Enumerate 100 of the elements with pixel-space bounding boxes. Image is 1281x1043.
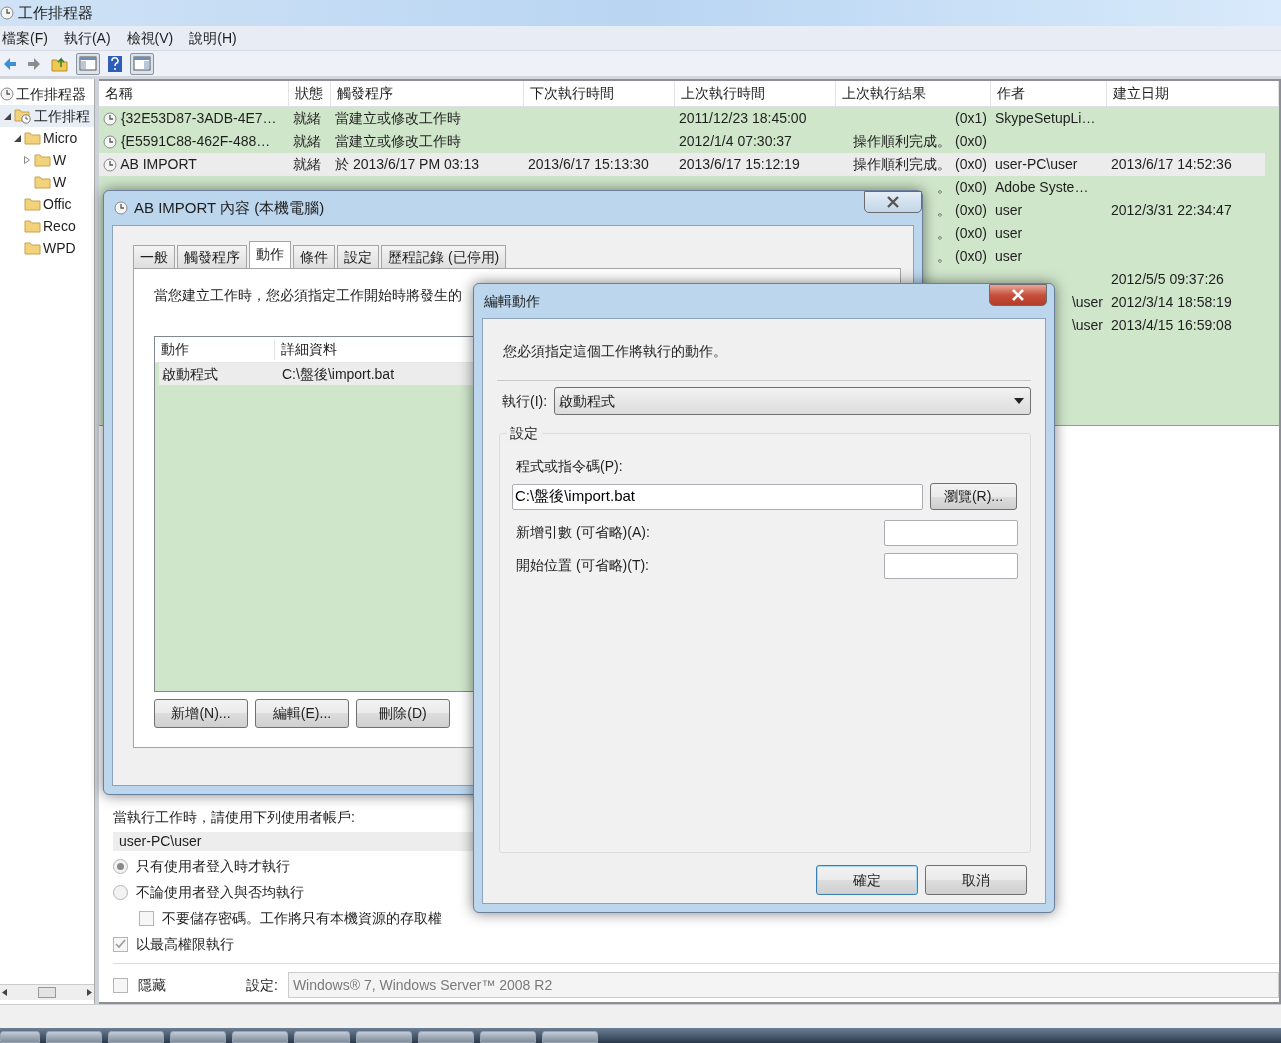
field-label: 程式或指令碼(P):	[516, 457, 624, 476]
tree-item[interactable]: Offic	[43, 193, 72, 215]
caret-icon	[1014, 398, 1024, 404]
table-cell: 。 (0x0)	[937, 179, 987, 195]
clock-icon	[114, 201, 128, 215]
table-cell: user	[995, 248, 1023, 264]
folder-icon	[24, 219, 41, 233]
column-header[interactable]: 作者	[991, 81, 1107, 106]
tab[interactable]: 一般	[133, 245, 175, 268]
option-label: 以最高權限執行	[136, 934, 234, 954]
table-cell: 就緒	[293, 110, 321, 126]
input-field[interactable]	[884, 552, 1018, 579]
menu-item[interactable]: 檔案(F)	[2, 27, 48, 49]
table-cell: 操作順利完成。 (0x0)	[853, 133, 987, 149]
scroll-thumb[interactable]	[38, 987, 56, 998]
table-cell: 2013/6/17 14:52:36	[1111, 156, 1232, 172]
column-header[interactable]: 觸發程序	[331, 81, 524, 106]
column-header[interactable]: 狀態	[289, 81, 331, 106]
dialog-button[interactable]: 新增(N)...	[154, 699, 248, 728]
console-tree-icon[interactable]	[76, 52, 100, 75]
clock-icon	[0, 6, 14, 20]
tab[interactable]: 設定	[337, 245, 379, 268]
table-cell: {32E53D87-3ADB-4E7…	[120, 110, 277, 126]
tab[interactable]: 歷程記錄 (已停用)	[381, 245, 507, 268]
dialog-title: AB IMPORT 內容 (本機電腦)	[134, 197, 325, 218]
folder-icon	[24, 241, 41, 255]
tab[interactable]: 條件	[293, 245, 335, 268]
checkbox[interactable]	[113, 977, 128, 993]
table-cell: user-PC\user	[995, 156, 1078, 172]
close-icon[interactable]	[989, 284, 1047, 306]
folder-icon	[24, 197, 41, 211]
tab[interactable]: 動作	[249, 241, 291, 268]
horizontal-scrollbar[interactable]	[0, 984, 94, 1000]
tree-item[interactable]: WPD	[43, 237, 76, 259]
column-header[interactable]: 上次執行時間	[675, 81, 836, 106]
menu-item[interactable]: 說明(H)	[189, 27, 237, 49]
option-label: 不要儲存密碼。工作將只有本機資源的存取權	[162, 908, 442, 928]
column-header[interactable]: 建立日期	[1107, 81, 1279, 106]
browse-button[interactable]: 瀏覽(R)...	[930, 483, 1017, 510]
expanded-arrow-icon[interactable]	[3, 112, 11, 120]
tree-item[interactable]: Reco	[43, 215, 76, 237]
dialog-title: 編輯動作	[484, 291, 540, 311]
checkbox[interactable]	[139, 910, 154, 926]
tree-item[interactable]: Micro	[43, 127, 78, 149]
tree-item[interactable]: 工作排程器	[16, 83, 86, 105]
input-field[interactable]: C:\盤後\import.bat	[512, 483, 923, 510]
radio-button[interactable]	[113, 884, 128, 900]
checkbox[interactable]	[113, 936, 128, 952]
table-cell: Adobe Syste…	[995, 179, 1089, 195]
column-header[interactable]: 下次執行時間	[524, 81, 675, 106]
tree-item[interactable]: W	[53, 171, 67, 193]
table-cell: 。 (0x0)	[937, 225, 987, 241]
table-cell: 2012/5/5 09:37:26	[1111, 271, 1224, 287]
radio-button[interactable]	[113, 858, 128, 874]
tab[interactable]: 觸發程序	[177, 245, 247, 268]
folder-icon	[34, 153, 51, 167]
dialog-button[interactable]: 確定	[816, 865, 918, 895]
account-label: 當執行工作時，請使用下列使用者帳戶:	[113, 808, 356, 827]
table-cell: 2012/3/31 22:34:47	[1111, 202, 1232, 218]
table-cell: 2013/4/15 16:59:08	[1111, 317, 1232, 333]
table-cell: 2013/6/17 15:13:30	[528, 156, 649, 172]
action-dropdown[interactable]: 啟動程式	[554, 387, 1031, 415]
menu-item[interactable]: 檢視(V)	[126, 27, 174, 49]
table-cell: 2013/6/17 15:12:19	[679, 156, 800, 172]
input-field[interactable]	[884, 519, 1018, 546]
action-pane-icon[interactable]	[130, 52, 154, 75]
column-header[interactable]: 名稱	[99, 81, 289, 106]
folder-icon	[24, 131, 41, 145]
dialog-button[interactable]: 取消	[925, 865, 1027, 895]
field-label: 開始位置 (可省略)(T):	[516, 556, 649, 575]
collapsed-arrow-icon[interactable]	[24, 156, 30, 164]
column-header[interactable]: 動作	[155, 339, 275, 360]
close-icon[interactable]	[864, 191, 922, 213]
table-cell: 就緒	[293, 156, 321, 172]
field-label: 執行(I):	[502, 391, 548, 411]
folder-icon	[34, 175, 51, 189]
table-cell: \user	[1071, 294, 1103, 310]
table-cell: AB IMPORT	[120, 156, 197, 172]
table-cell: (0x1)	[955, 110, 987, 126]
table-cell: \user	[1071, 317, 1103, 333]
configure-dropdown[interactable]: Windows® 7, Windows Server™ 2008 R2	[287, 972, 1279, 998]
table-cell: 2012/1/4 07:30:37	[679, 133, 792, 149]
column-header[interactable]: 上次執行結果	[836, 81, 991, 106]
table-cell: 。 (0x0)	[937, 248, 987, 264]
option-label: 只有使用者登入時才執行	[136, 856, 290, 876]
menu-item[interactable]: 執行(A)	[63, 27, 111, 49]
tree-item[interactable]: W	[53, 149, 67, 171]
table-cell: 就緒	[293, 133, 321, 149]
dialog-button[interactable]: 刪除(D)	[356, 699, 450, 728]
table-cell: 當建立或修改工作時	[335, 133, 461, 149]
table-cell[interactable]: 啟動程式	[159, 363, 279, 385]
table-cell: {E5591C88-462F-488…	[120, 133, 271, 149]
folder-clock-icon	[14, 108, 32, 124]
scroll-left-icon[interactable]	[2, 989, 7, 996]
table-cell: 當建立或修改工作時	[335, 110, 461, 126]
table-cell: 於 2013/6/17 PM 03:13	[335, 156, 479, 172]
scroll-right-icon[interactable]	[87, 989, 92, 996]
expanded-arrow-icon[interactable]	[13, 134, 21, 142]
description-text: 當您建立工作時，您必須指定工作開始時將發生的	[154, 286, 462, 305]
dialog-button[interactable]: 編輯(E)...	[255, 699, 349, 728]
